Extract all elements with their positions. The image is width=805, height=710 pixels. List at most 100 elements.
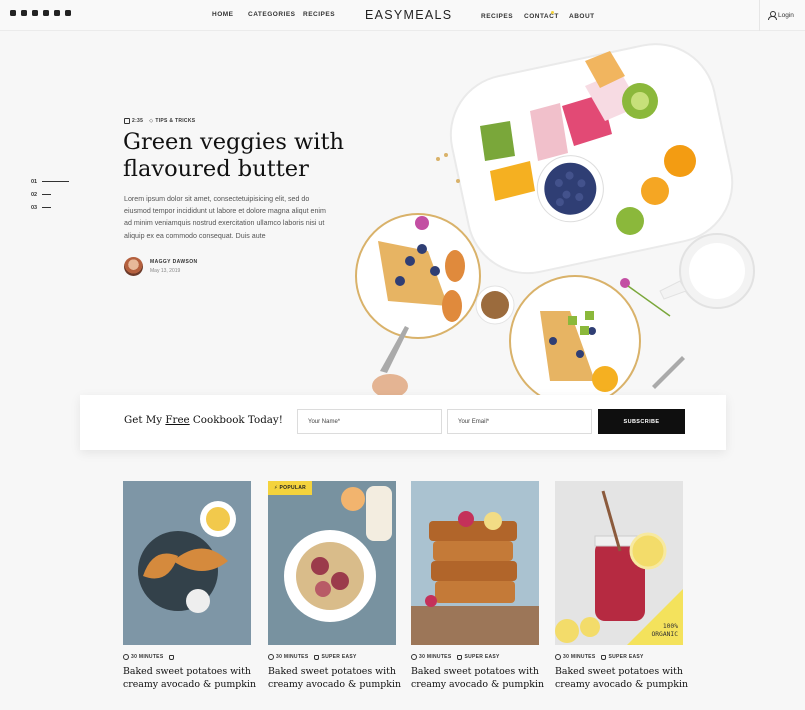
- card-meta: 30 MINUTES: [123, 654, 253, 660]
- card-time: 30 MINUTES: [123, 654, 163, 660]
- card-difficulty: SUPER EASY: [314, 654, 356, 660]
- popular-badge-label: POPULAR: [279, 485, 307, 491]
- card-title[interactable]: Baked sweet potatoes with creamy avocado…: [411, 665, 551, 691]
- organic-badge: 100% ORGANIC: [651, 623, 678, 639]
- card-meta: 30 MINUTES SUPER EASY: [268, 654, 398, 660]
- slide-indicator-3[interactable]: 03: [31, 201, 69, 214]
- recipe-image[interactable]: [123, 481, 251, 645]
- social-icons: [10, 10, 71, 16]
- recipe-image[interactable]: ⚡ POPULAR: [268, 481, 396, 645]
- slide-bar: [42, 194, 52, 195]
- avatar: [124, 257, 143, 276]
- facebook-icon[interactable]: [32, 10, 38, 16]
- recipe-image[interactable]: 100% ORGANIC: [555, 481, 683, 645]
- card-meta: 30 MINUTES SUPER EASY: [555, 654, 685, 660]
- login-label: Login: [778, 11, 794, 19]
- card-time: 30 MINUTES: [411, 654, 451, 660]
- author-date: May 13, 2019: [150, 268, 181, 274]
- clock-icon: [268, 654, 274, 660]
- clock-icon: [555, 654, 561, 660]
- hero-category[interactable]: ◇ TIPS & TRICKS: [149, 118, 195, 124]
- recipe-image[interactable]: [411, 481, 539, 645]
- card-difficulty-label: SUPER EASY: [608, 654, 644, 660]
- subscribe-title: Get My Free Cookbook Today!: [124, 414, 283, 426]
- subscribe-title-post: Cookbook Today!: [189, 414, 283, 426]
- slide-bar: [42, 181, 70, 182]
- subscribe-title-pre: Get My: [124, 414, 166, 426]
- card-difficulty: SUPER EASY: [457, 654, 499, 660]
- login-link[interactable]: Login: [768, 11, 794, 20]
- card-time: 30 MINUTES: [268, 654, 308, 660]
- popular-badge: ⚡ POPULAR: [268, 481, 313, 495]
- thumbs-up-icon: [457, 654, 463, 660]
- youtube-icon[interactable]: [65, 10, 71, 16]
- hero-food-illustration: [355, 43, 755, 396]
- slide-number: 01: [31, 178, 38, 185]
- clock-icon: [123, 654, 129, 660]
- contact-indicator-dot: [551, 11, 554, 14]
- rss-icon[interactable]: [54, 10, 60, 16]
- hero-meta: 2:35 ◇ TIPS & TRICKS: [124, 118, 195, 124]
- organic-line-2: ORGANIC: [651, 631, 678, 638]
- hero-time-label: 2:35: [132, 118, 144, 124]
- hero-author: MAGGY DAWSON May 13, 2019: [124, 257, 198, 276]
- card-time: 30 MINUTES: [555, 654, 595, 660]
- card-title[interactable]: Baked sweet potatoes with creamy avocado…: [555, 665, 695, 691]
- subscribe-title-free: Free: [165, 414, 190, 426]
- card-time-label: 30 MINUTES: [563, 654, 596, 660]
- hero-description: Lorem ipsum dolor sit amet, consectetuip…: [124, 195, 326, 240]
- nav-recipes-right[interactable]: RECIPES: [481, 13, 513, 20]
- croissant-illustration: [138, 501, 236, 613]
- hero-image: [340, 31, 805, 396]
- hero-title[interactable]: Green veggies with flavoured butter: [123, 129, 363, 183]
- tag-icon: ◇: [149, 118, 154, 124]
- french-toast-illustration: [411, 511, 539, 645]
- card-difficulty-label: SUPER EASY: [321, 654, 357, 660]
- card-difficulty: [169, 654, 175, 660]
- nav-about[interactable]: ABOUT: [569, 13, 595, 20]
- thumbs-up-icon: [601, 654, 607, 660]
- card-difficulty: SUPER EASY: [601, 654, 643, 660]
- nav-home[interactable]: HOME: [212, 11, 234, 18]
- nav-contact[interactable]: CONTACT: [524, 13, 559, 20]
- user-icon: [768, 11, 777, 20]
- nav-recipes-left[interactable]: RECIPES: [303, 11, 335, 18]
- fig-bowl-illustration: [284, 486, 392, 622]
- slide-indicator-2[interactable]: 02: [31, 188, 69, 201]
- hero-category-label: TIPS & TRICKS: [155, 118, 196, 124]
- nav-categories[interactable]: CATEGORIES: [248, 11, 296, 18]
- instagram-icon[interactable]: [10, 10, 16, 16]
- brand-logo[interactable]: EASYMEALS: [365, 8, 452, 22]
- clock-icon: [411, 654, 417, 660]
- email-field[interactable]: Your Email*: [447, 409, 592, 434]
- card-meta: 30 MINUTES SUPER EASY: [411, 654, 541, 660]
- card-time-label: 30 MINUTES: [419, 654, 452, 660]
- name-field[interactable]: Your Name*: [297, 409, 442, 434]
- twitter-icon[interactable]: [21, 10, 27, 16]
- subscribe-button[interactable]: SUBSCRIBE: [598, 409, 685, 434]
- recipe-card[interactable]: 30 MINUTES SUPER EASY Baked sweet potato…: [411, 481, 544, 691]
- slide-indicators: 01 02 03: [31, 175, 70, 214]
- slide-bar: [42, 207, 52, 208]
- subscribe-form: Get My Free Cookbook Today! Your Name* Y…: [80, 395, 726, 450]
- recipe-card[interactable]: ⚡ POPULAR 30 MINUTES SUPER EASY Baked sw…: [268, 481, 401, 691]
- thumbs-up-icon: [314, 654, 320, 660]
- video-icon: [124, 118, 130, 124]
- thumbs-up-icon: [169, 654, 175, 660]
- card-title[interactable]: Baked sweet potatoes with creamy avocado…: [123, 665, 263, 691]
- slide-number: 02: [31, 191, 38, 198]
- slide-number: 03: [31, 204, 38, 211]
- card-title[interactable]: Baked sweet potatoes with creamy avocado…: [268, 665, 408, 691]
- card-difficulty-label: SUPER EASY: [464, 654, 500, 660]
- recipe-card[interactable]: 30 MINUTES Baked sweet potatoes with cre…: [123, 481, 256, 691]
- pinterest-icon[interactable]: [43, 10, 49, 16]
- author-name[interactable]: MAGGY DAWSON: [150, 259, 198, 265]
- card-time-label: 30 MINUTES: [131, 654, 164, 660]
- site-header: HOME CATEGORIES RECIPES EASYMEALS RECIPE…: [0, 0, 805, 31]
- recipe-card[interactable]: 100% ORGANIC 30 MINUTES SUPER EASY Baked …: [555, 481, 688, 691]
- organic-line-1: 100%: [662, 623, 678, 630]
- divider: [759, 0, 760, 31]
- card-time-label: 30 MINUTES: [276, 654, 309, 660]
- slide-indicator-1[interactable]: 01: [31, 175, 70, 188]
- hero-time: 2:35: [124, 118, 143, 124]
